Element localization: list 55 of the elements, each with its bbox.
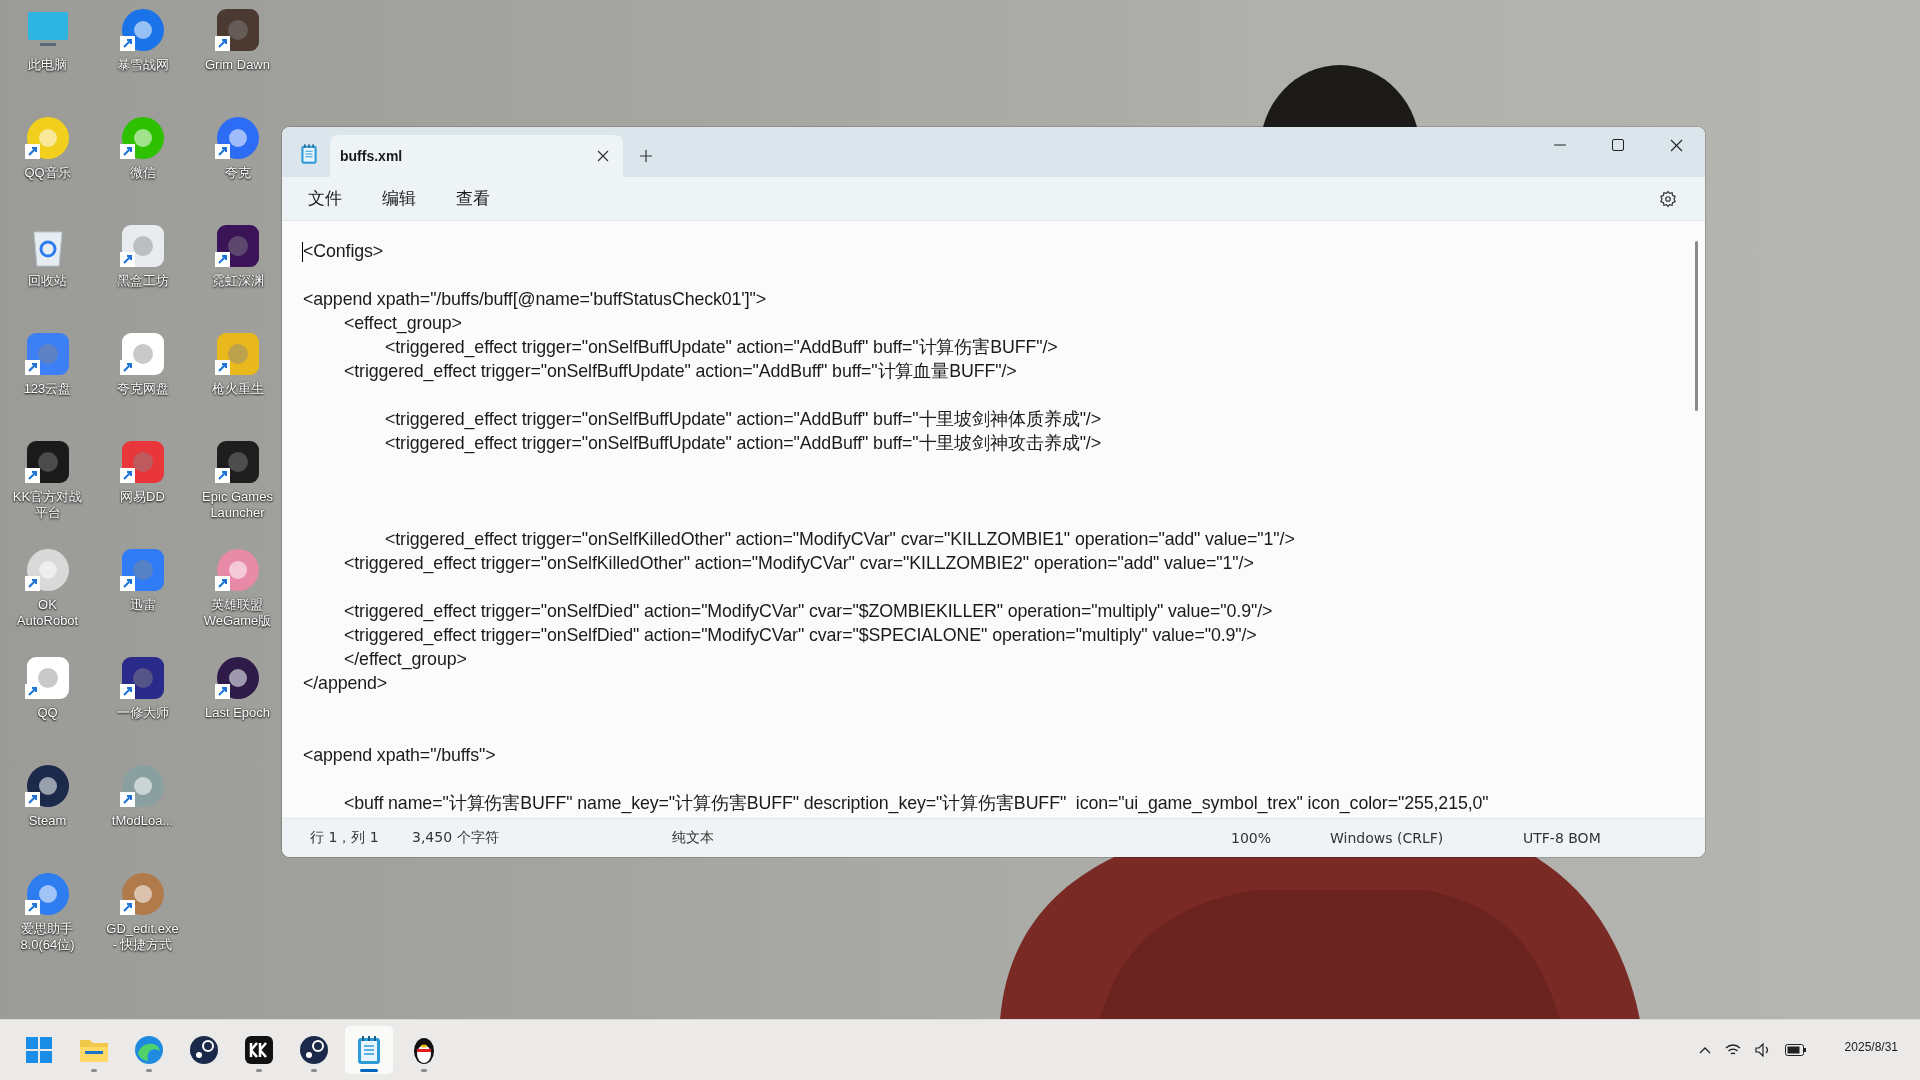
status-text: 100% — [1231, 830, 1273, 846]
speaker-icon[interactable] — [1754, 1043, 1771, 1057]
desktop-shortcut[interactable]: 黑盒工坊 — [95, 218, 190, 289]
minimize-icon — [1554, 144, 1566, 146]
desktop-shortcut[interactable]: 枪火重生 — [190, 326, 285, 397]
tab[interactable]: buffs.xml — [330, 135, 623, 177]
desktop-shortcut[interactable]: OK AutoRobot — [0, 542, 95, 629]
start-grid-icon — [25, 1036, 53, 1064]
desktop-shortcut[interactable]: QQ — [0, 650, 95, 721]
editor-text: <Configs> <append xpath="/buffs/buff[@name='buffStatusCheck01']"> <effect_group> <triggered_effect trigger="onSelfBuffUpdate" action="AddBuff" buff="计算伤害BUFF"/> <triggered_effect trigger="onSelfBuffUpdate" action="AddBuff" buff="计算血量BUFF"/> <triggered_effect trigger="onSelfBuffUpdate" action="AddBuff" buff="十里坡剑神体质养成"/> <triggered_effect trigger="onSelfBuffUpdate" action="AddBuff" buff="十里坡剑神攻击养成"/> <triggered_effect trigger="onSelfKilledOther" action="ModifyCVar" cvar="KILLZOMBIE1" operation="add" value="1"/> <triggered_effect trigger="onSelfKilledOther" action="ModifyCVar" cvar="KILLZOMBIE2" operation="add" value="1"/> <triggered_effect trigger="onSelfDied" action="ModifyCVar" cvar="$ZOMBIEKILLER" operation="multiply" value="0.9"/> <triggered_effect trigger="onSelfDied" action="ModifyCVar" cvar="$SPECIALONE" operation="multiply" value="0.9"/> </effect_group> </append> <append xpath="/buffs"> <buff name="计算伤害BUFF" name_key="计算伤害BUFF" description_key="计算伤害BUFF" icon="ui_game_symbol_trex" icon_color="255,215,0" — [303, 240, 1489, 815]
date-text[interactable]: 2025/8/31 — [1844, 1040, 1898, 1054]
wifi-icon[interactable] — [1724, 1043, 1741, 1057]
maximize-icon — [1612, 139, 1624, 151]
plus-icon — [639, 149, 653, 163]
penguin-icon — [411, 1035, 437, 1065]
close-icon[interactable] — [597, 150, 609, 162]
menu-item[interactable]: 查看 — [446, 183, 500, 214]
app-tile-icon — [244, 1035, 274, 1065]
close-icon — [1669, 138, 1683, 152]
desktop-shortcut[interactable]: Last Epoch — [190, 650, 285, 721]
desktop-shortcut[interactable]: KK官方对战 平台 — [0, 434, 95, 521]
status-text: Windows (CRLF) — [1330, 830, 1445, 846]
notepad-icon — [356, 1035, 382, 1065]
desktop-shortcut[interactable]: 网易DD — [95, 434, 190, 505]
desktop-shortcut[interactable]: 夸克网盘 — [95, 326, 190, 397]
desktop-shortcut[interactable]: 回收站 — [0, 218, 95, 289]
menu-item[interactable]: 编辑 — [372, 183, 426, 214]
menu-item[interactable]: 文件 — [298, 183, 352, 214]
desktop-shortcut[interactable]: 爱思助手 8.0(64位) — [0, 866, 95, 953]
desktop-shortcut[interactable]: tModLoa... — [95, 758, 190, 829]
desktop-shortcut[interactable]: 霓虹深渊 — [190, 218, 285, 289]
desktop-shortcut[interactable]: GD_edit.exe - 快捷方式 — [95, 866, 190, 953]
desktop-shortcut[interactable]: Steam — [0, 758, 95, 829]
wave-circle-icon — [134, 1035, 164, 1065]
settings-icon — [1659, 189, 1677, 208]
desktop-shortcut[interactable]: 暴雪战网 — [95, 2, 190, 73]
status-text: 行 1，列 1 — [310, 829, 380, 847]
battery-icon[interactable] — [1784, 1044, 1807, 1056]
desktop-shortcut[interactable]: Grim Dawn — [190, 2, 285, 73]
status-text: UTF-8 BOM — [1523, 830, 1602, 846]
round-app-icon — [299, 1035, 329, 1065]
desktop-shortcut[interactable]: 微信 — [95, 110, 190, 181]
status-text: 3,450 个字符 — [412, 829, 500, 847]
desktop-shortcut[interactable]: 英雄联盟 WeGame版 — [190, 542, 285, 629]
desktop-shortcut[interactable]: 123云盘 — [0, 326, 95, 397]
scrollbar[interactable] — [1695, 241, 1698, 411]
notepad-icon — [300, 143, 318, 165]
chevron-up-icon[interactable] — [1698, 1046, 1711, 1054]
desktop-shortcut[interactable]: QQ音乐 — [0, 110, 95, 181]
desktop-shortcut[interactable]: 迅雷 — [95, 542, 190, 613]
desktop-shortcut[interactable]: 此电脑 — [0, 2, 95, 73]
status-text: 纯文本 — [672, 829, 715, 847]
round-app-icon — [189, 1035, 219, 1065]
folder-icon — [79, 1037, 109, 1063]
desktop-shortcut[interactable]: 夸克 — [190, 110, 285, 181]
